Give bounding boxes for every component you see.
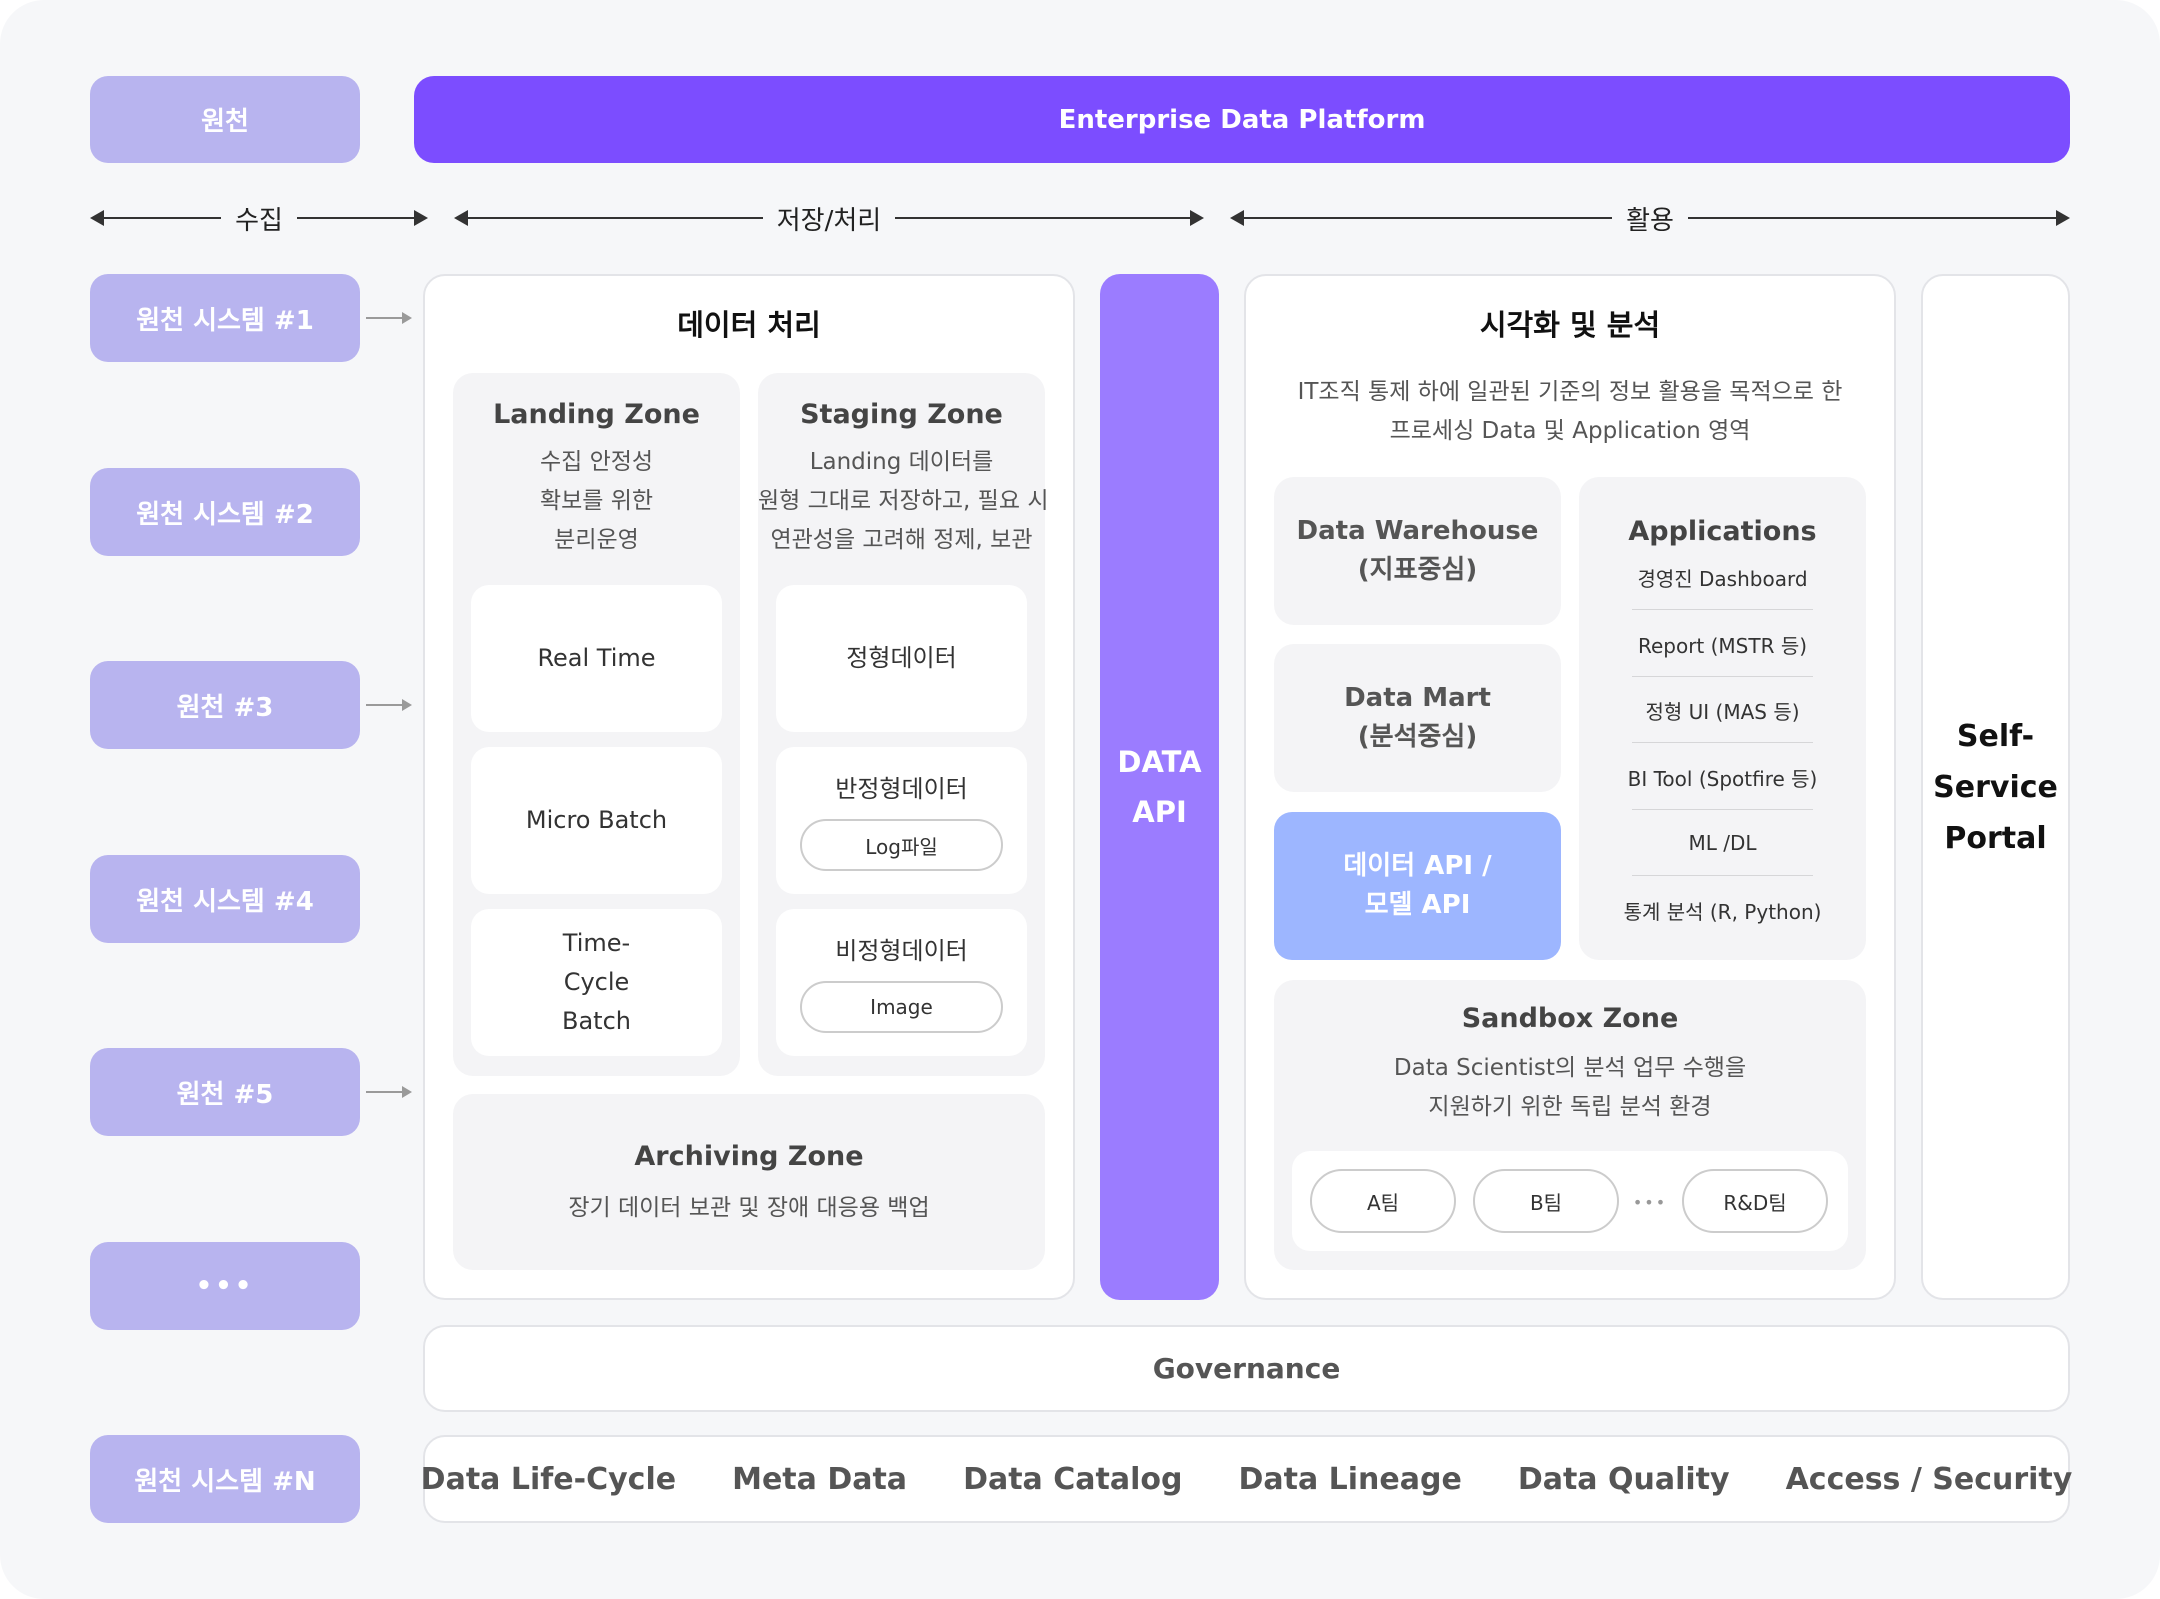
gov-item-data-quality: Data Quality <box>1517 1461 1730 1497</box>
source-arrow-5 <box>366 1086 412 1098</box>
governance-items-bar: Data Life-Cycle Meta Data Data Catalog D… <box>420 1435 2073 1523</box>
image-chip: Image <box>800 981 1003 1033</box>
collect-label: 수집 <box>221 199 297 237</box>
use-label: 활용 <box>1612 199 1688 237</box>
semi-structured-label: 반정형데이터 <box>835 774 968 803</box>
staging-structured: 정형데이터 <box>776 585 1027 732</box>
source-system-2: 원천 시스템 #2 <box>90 468 360 556</box>
data-warehouse-card: Data Warehouse (지표중심) <box>1274 477 1561 625</box>
gov-item-access-security: Access / Security <box>1785 1461 2073 1497</box>
data-mart-card: Data Mart (분석중심) <box>1274 644 1561 792</box>
staging-desc-line-3: 연관성을 고려해 정제, 보관 <box>770 527 1033 553</box>
applications-title: Applications <box>1628 515 1817 547</box>
store-label-wrap: 저장/처리 <box>454 199 1204 237</box>
landing-desc-line-2: 확보를 위한 <box>539 488 654 514</box>
source-arrow-1 <box>366 312 412 324</box>
ssp-line-3: Portal <box>1944 820 2047 856</box>
store-label: 저장/처리 <box>762 199 896 237</box>
log-file-chip: Log파일 <box>800 819 1003 871</box>
source-5: 원천 #5 <box>90 1048 360 1136</box>
app-item-report: Report (MSTR 등) <box>1637 633 1808 658</box>
source-system-n: 원천 시스템 #N <box>90 1435 360 1523</box>
sandbox-zone-desc: Data Scientist의 분석 업무 수행을 지원하기 위한 독립 분석 … <box>1274 1049 1866 1127</box>
app-divider-5 <box>1632 875 1813 876</box>
visualization-desc-line-2: 프로세싱 Data 및 Application 영역 <box>1389 418 1751 444</box>
landing-real-time: Real Time <box>471 585 722 732</box>
gov-item-data-life-cycle: Data Life-Cycle <box>420 1461 677 1497</box>
diagram-canvas: 원천 Enterprise Data Platform 수집 저장/처리 활용 … <box>0 0 2160 1599</box>
unstructured-label: 비정형데이터 <box>835 936 968 965</box>
landing-desc-line-3: 분리운영 <box>554 527 639 553</box>
app-divider-2 <box>1632 676 1813 677</box>
landing-desc-line-1: 수집 안정성 <box>539 449 654 475</box>
app-item-bi-tool: BI Tool (Spotfire 등) <box>1627 766 1818 791</box>
data-processing-title: 데이터 처리 <box>677 308 821 342</box>
data-model-api-card: 데이터 API / 모델 API <box>1274 812 1561 960</box>
data-model-api-line-1: 데이터 API / <box>1343 851 1492 881</box>
use-label-wrap: 활용 <box>1230 199 2070 237</box>
staging-desc-line-2: 원형 그대로 저장하고, 필요 시 <box>758 488 1049 514</box>
team-a-chip: A팀 <box>1310 1169 1456 1233</box>
landing-zone-desc: 수집 안정성 확보를 위한 분리운영 <box>453 443 740 560</box>
source-ellipsis: ••• <box>90 1242 360 1330</box>
staging-desc-line-1: Landing 데이터를 <box>809 449 994 475</box>
source-header: 원천 <box>90 76 360 163</box>
visualization-desc: IT조직 통제 하에 일관된 기준의 정보 활용을 목적으로 한 프로세싱 Da… <box>1244 373 1896 451</box>
app-item-structured-ui: 정형 UI (MAS 등) <box>1645 699 1800 724</box>
team-rnd-chip: R&D팀 <box>1682 1169 1828 1233</box>
source-3: 원천 #3 <box>90 661 360 749</box>
staging-unstructured: 비정형데이터 Image <box>776 909 1027 1056</box>
data-api-line-1: DATA <box>1117 745 1202 779</box>
landing-micro-batch: Micro Batch <box>471 747 722 894</box>
visualization-desc-line-1: IT조직 통제 하에 일관된 기준의 정보 활용을 목적으로 한 <box>1297 379 1843 405</box>
visualization-title: 시각화 및 분석 <box>1479 308 1661 342</box>
app-divider-1 <box>1632 609 1813 610</box>
sandbox-desc-line-1: Data Scientist의 분석 업무 수행을 <box>1393 1055 1747 1081</box>
source-system-4: 원천 시스템 #4 <box>90 855 360 943</box>
landing-zone-title: Landing Zone <box>493 398 700 430</box>
sandbox-zone-title: Sandbox Zone <box>1461 1002 1679 1034</box>
self-service-portal: Self- Service Portal <box>1921 274 2070 1300</box>
app-item-ml-dl: ML /DL <box>1688 831 1757 855</box>
collect-label-wrap: 수집 <box>90 199 428 237</box>
archiving-zone-desc: 장기 데이터 보관 및 장애 대응용 백업 <box>568 1194 930 1221</box>
data-api-line-2: API <box>1132 795 1187 829</box>
app-item-statistics: 통계 분석 (R, Python) <box>1623 899 1822 924</box>
landing-time-cycle-batch: Time-Cycle Batch <box>471 909 722 1056</box>
gov-item-meta-data: Meta Data <box>732 1461 908 1497</box>
source-arrow-3 <box>366 699 412 711</box>
app-item-dashboard: 경영진 Dashboard <box>1637 566 1808 591</box>
governance-bar: Governance <box>423 1325 2070 1412</box>
team-b-chip: B팀 <box>1473 1169 1619 1233</box>
ssp-line-2: Service <box>1933 769 2058 805</box>
team-ellipsis: ••• <box>1632 1192 1668 1212</box>
data-warehouse-line-1: Data Warehouse <box>1296 516 1539 546</box>
archiving-zone-title: Archiving Zone <box>634 1140 864 1172</box>
staging-zone-desc: Landing 데이터를 원형 그대로 저장하고, 필요 시 연관성을 고려해 … <box>758 443 1049 560</box>
app-divider-3 <box>1632 742 1813 743</box>
source-system-1: 원천 시스템 #1 <box>90 274 360 362</box>
ssp-line-1: Self- <box>1956 718 2035 754</box>
data-warehouse-line-2: (지표중심) <box>1357 555 1478 585</box>
data-api-column: DATA API <box>1100 274 1219 1300</box>
app-divider-4 <box>1632 809 1813 810</box>
data-model-api-line-2: 모델 API <box>1364 890 1471 920</box>
archiving-zone <box>453 1094 1045 1270</box>
data-mart-line-1: Data Mart <box>1344 683 1491 713</box>
staging-zone-title: Staging Zone <box>800 398 1003 430</box>
data-mart-line-2: (분석중심) <box>1357 722 1478 752</box>
staging-semi-structured: 반정형데이터 Log파일 <box>776 747 1027 894</box>
sandbox-desc-line-2: 지원하기 위한 독립 분석 환경 <box>1428 1094 1712 1120</box>
gov-item-data-lineage: Data Lineage <box>1238 1461 1462 1497</box>
gov-item-data-catalog: Data Catalog <box>963 1461 1183 1497</box>
platform-header: Enterprise Data Platform <box>414 76 2070 163</box>
